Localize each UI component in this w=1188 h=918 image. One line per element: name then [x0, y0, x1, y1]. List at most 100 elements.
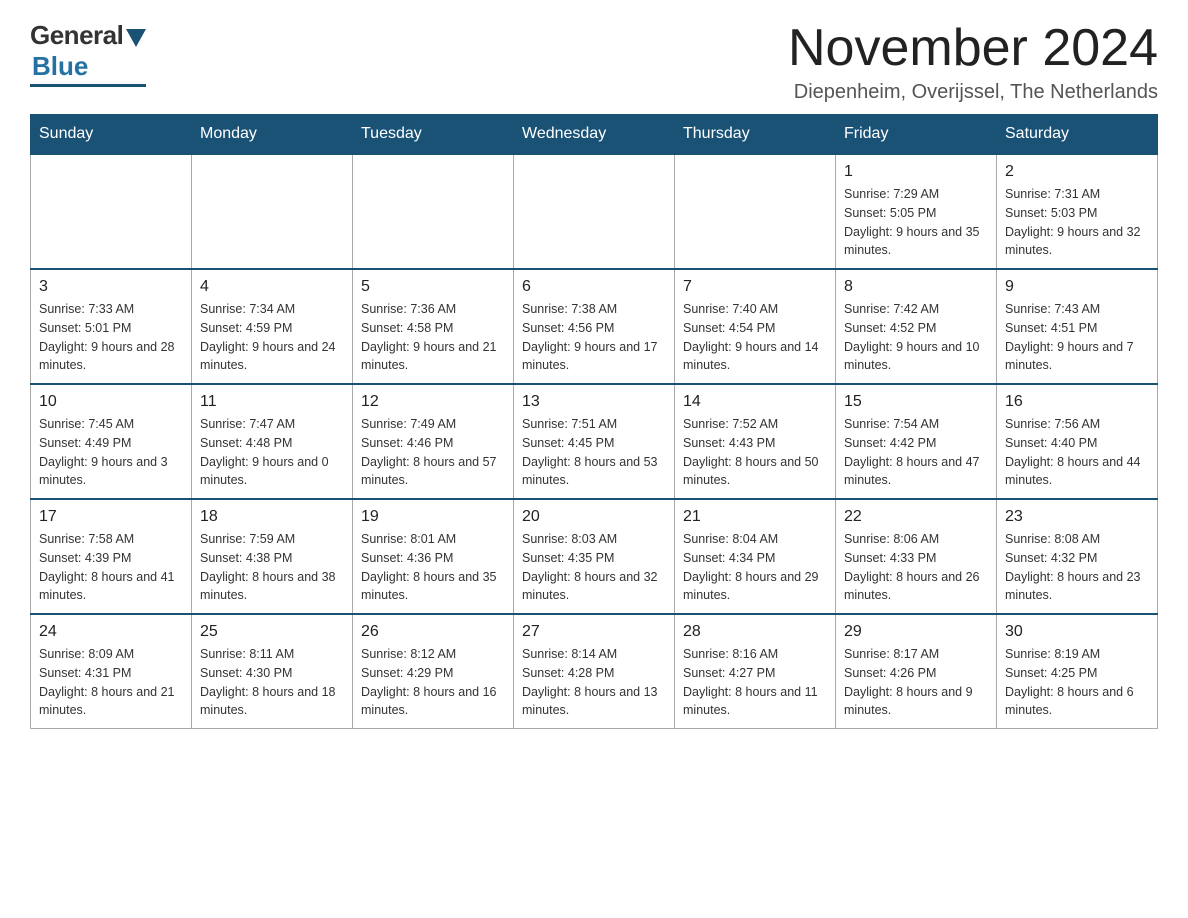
day-info: Sunrise: 7:38 AM Sunset: 4:56 PM Dayligh…	[522, 300, 666, 375]
calendar-cell	[675, 154, 836, 269]
day-info: Sunrise: 8:06 AM Sunset: 4:33 PM Dayligh…	[844, 530, 988, 605]
calendar-cell	[353, 154, 514, 269]
calendar-cell: 25Sunrise: 8:11 AM Sunset: 4:30 PM Dayli…	[192, 614, 353, 729]
day-info: Sunrise: 7:47 AM Sunset: 4:48 PM Dayligh…	[200, 415, 344, 490]
title-section: November 2024 Diepenheim, Overijssel, Th…	[788, 20, 1158, 104]
day-number: 23	[1005, 508, 1149, 526]
day-number: 15	[844, 393, 988, 411]
calendar-cell: 18Sunrise: 7:59 AM Sunset: 4:38 PM Dayli…	[192, 499, 353, 614]
day-number: 24	[39, 623, 183, 641]
day-info: Sunrise: 7:45 AM Sunset: 4:49 PM Dayligh…	[39, 415, 183, 490]
calendar-cell: 28Sunrise: 8:16 AM Sunset: 4:27 PM Dayli…	[675, 614, 836, 729]
day-number: 30	[1005, 623, 1149, 641]
day-header-friday: Friday	[836, 115, 997, 155]
calendar-week-row: 10 Sunrise: 7:45 AM Sunset: 4:49 PM Dayli…	[31, 384, 1158, 499]
day-info: Sunrise: 7:42 AM Sunset: 4:52 PM Dayligh…	[844, 300, 988, 375]
calendar-cell: 22 Sunrise: 8:06 AM Sunset: 4:33 PM Dayli…	[836, 499, 997, 614]
calendar-cell: 20 Sunrise: 8:03 AM Sunset: 4:35 PM Dayli…	[514, 499, 675, 614]
calendar-cell: 19 Sunrise: 8:01 AM Sunset: 4:36 PM Dayli…	[353, 499, 514, 614]
calendar-cell: 17Sunrise: 7:58 AM Sunset: 4:39 PM Dayli…	[31, 499, 192, 614]
day-number: 8	[844, 278, 988, 296]
day-info: Sunrise: 7:56 AM Sunset: 4:40 PM Dayligh…	[1005, 415, 1149, 490]
day-info: Sunrise: 7:43 AM Sunset: 4:51 PM Dayligh…	[1005, 300, 1149, 375]
calendar-cell: 8 Sunrise: 7:42 AM Sunset: 4:52 PM Daylig…	[836, 269, 997, 384]
day-header-saturday: Saturday	[997, 115, 1158, 155]
calendar-cell: 15 Sunrise: 7:54 AM Sunset: 4:42 PM Dayli…	[836, 384, 997, 499]
day-number: 22	[844, 508, 988, 526]
day-info: Sunrise: 7:52 AM Sunset: 4:43 PM Dayligh…	[683, 415, 827, 490]
calendar-cell: 6 Sunrise: 7:38 AM Sunset: 4:56 PM Daylig…	[514, 269, 675, 384]
day-number: 27	[522, 623, 666, 641]
calendar-cell	[514, 154, 675, 269]
day-info: Sunrise: 8:19 AM Sunset: 4:25 PM Dayligh…	[1005, 645, 1149, 720]
calendar-cell: 29 Sunrise: 8:17 AM Sunset: 4:26 PM Dayli…	[836, 614, 997, 729]
calendar-cell: 4 Sunrise: 7:34 AM Sunset: 4:59 PM Daylig…	[192, 269, 353, 384]
day-number: 28	[683, 623, 827, 641]
calendar-table: SundayMondayTuesdayWednesdayThursdayFrid…	[30, 114, 1158, 729]
day-info: Sunrise: 8:01 AM Sunset: 4:36 PM Dayligh…	[361, 530, 505, 605]
day-info: Sunrise: 7:51 AM Sunset: 4:45 PM Dayligh…	[522, 415, 666, 490]
logo-blue-text: Blue	[32, 51, 88, 82]
calendar-cell: 7 Sunrise: 7:40 AM Sunset: 4:54 PM Daylig…	[675, 269, 836, 384]
calendar-week-row: 24 Sunrise: 8:09 AM Sunset: 4:31 PM Dayli…	[31, 614, 1158, 729]
logo-underline	[30, 84, 146, 87]
logo-triangle-icon	[126, 29, 146, 47]
day-info: Sunrise: 8:12 AM Sunset: 4:29 PM Dayligh…	[361, 645, 505, 720]
calendar-cell: 10 Sunrise: 7:45 AM Sunset: 4:49 PM Dayli…	[31, 384, 192, 499]
location-text: Diepenheim, Overijssel, The Netherlands	[788, 81, 1158, 104]
calendar-cell: 27Sunrise: 8:14 AM Sunset: 4:28 PM Dayli…	[514, 614, 675, 729]
day-info: Sunrise: 8:17 AM Sunset: 4:26 PM Dayligh…	[844, 645, 988, 720]
day-header-wednesday: Wednesday	[514, 115, 675, 155]
logo-general-text: General	[30, 20, 123, 51]
day-info: Sunrise: 8:08 AM Sunset: 4:32 PM Dayligh…	[1005, 530, 1149, 605]
day-number: 13	[522, 393, 666, 411]
calendar-cell	[192, 154, 353, 269]
day-info: Sunrise: 7:31 AM Sunset: 5:03 PM Dayligh…	[1005, 185, 1149, 260]
calendar-cell: 9Sunrise: 7:43 AM Sunset: 4:51 PM Daylig…	[997, 269, 1158, 384]
calendar-cell: 24 Sunrise: 8:09 AM Sunset: 4:31 PM Dayli…	[31, 614, 192, 729]
month-title: November 2024	[788, 20, 1158, 77]
day-info: Sunrise: 7:40 AM Sunset: 4:54 PM Dayligh…	[683, 300, 827, 375]
day-number: 2	[1005, 163, 1149, 181]
day-number: 14	[683, 393, 827, 411]
day-number: 19	[361, 508, 505, 526]
calendar-cell: 13 Sunrise: 7:51 AM Sunset: 4:45 PM Dayli…	[514, 384, 675, 499]
day-number: 5	[361, 278, 505, 296]
day-info: Sunrise: 8:03 AM Sunset: 4:35 PM Dayligh…	[522, 530, 666, 605]
day-info: Sunrise: 7:54 AM Sunset: 4:42 PM Dayligh…	[844, 415, 988, 490]
day-number: 18	[200, 508, 344, 526]
day-number: 4	[200, 278, 344, 296]
calendar-cell: 14 Sunrise: 7:52 AM Sunset: 4:43 PM Dayli…	[675, 384, 836, 499]
day-header-monday: Monday	[192, 115, 353, 155]
calendar-cell: 5Sunrise: 7:36 AM Sunset: 4:58 PM Daylig…	[353, 269, 514, 384]
day-info: Sunrise: 8:09 AM Sunset: 4:31 PM Dayligh…	[39, 645, 183, 720]
day-number: 12	[361, 393, 505, 411]
day-number: 7	[683, 278, 827, 296]
day-info: Sunrise: 7:34 AM Sunset: 4:59 PM Dayligh…	[200, 300, 344, 375]
day-info: Sunrise: 7:49 AM Sunset: 4:46 PM Dayligh…	[361, 415, 505, 490]
day-info: Sunrise: 8:04 AM Sunset: 4:34 PM Dayligh…	[683, 530, 827, 605]
day-number: 29	[844, 623, 988, 641]
day-number: 6	[522, 278, 666, 296]
day-info: Sunrise: 8:11 AM Sunset: 4:30 PM Dayligh…	[200, 645, 344, 720]
calendar-week-row: 1Sunrise: 7:29 AM Sunset: 5:05 PM Daylig…	[31, 154, 1158, 269]
day-info: Sunrise: 7:29 AM Sunset: 5:05 PM Dayligh…	[844, 185, 988, 260]
day-number: 21	[683, 508, 827, 526]
calendar-cell: 11Sunrise: 7:47 AM Sunset: 4:48 PM Dayli…	[192, 384, 353, 499]
day-header-sunday: Sunday	[31, 115, 192, 155]
calendar-cell: 12 Sunrise: 7:49 AM Sunset: 4:46 PM Dayli…	[353, 384, 514, 499]
calendar-cell: 26 Sunrise: 8:12 AM Sunset: 4:29 PM Dayli…	[353, 614, 514, 729]
calendar-cell: 21 Sunrise: 8:04 AM Sunset: 4:34 PM Dayli…	[675, 499, 836, 614]
day-number: 3	[39, 278, 183, 296]
day-number: 26	[361, 623, 505, 641]
day-header-thursday: Thursday	[675, 115, 836, 155]
day-number: 10	[39, 393, 183, 411]
day-number: 16	[1005, 393, 1149, 411]
calendar-week-row: 17Sunrise: 7:58 AM Sunset: 4:39 PM Dayli…	[31, 499, 1158, 614]
calendar-cell: 1Sunrise: 7:29 AM Sunset: 5:05 PM Daylig…	[836, 154, 997, 269]
calendar-cell: 30 Sunrise: 8:19 AM Sunset: 4:25 PM Dayli…	[997, 614, 1158, 729]
day-number: 20	[522, 508, 666, 526]
day-info: Sunrise: 7:58 AM Sunset: 4:39 PM Dayligh…	[39, 530, 183, 605]
page-header: General Blue November 2024 Diepenheim, O…	[30, 20, 1158, 104]
calendar-cell	[31, 154, 192, 269]
